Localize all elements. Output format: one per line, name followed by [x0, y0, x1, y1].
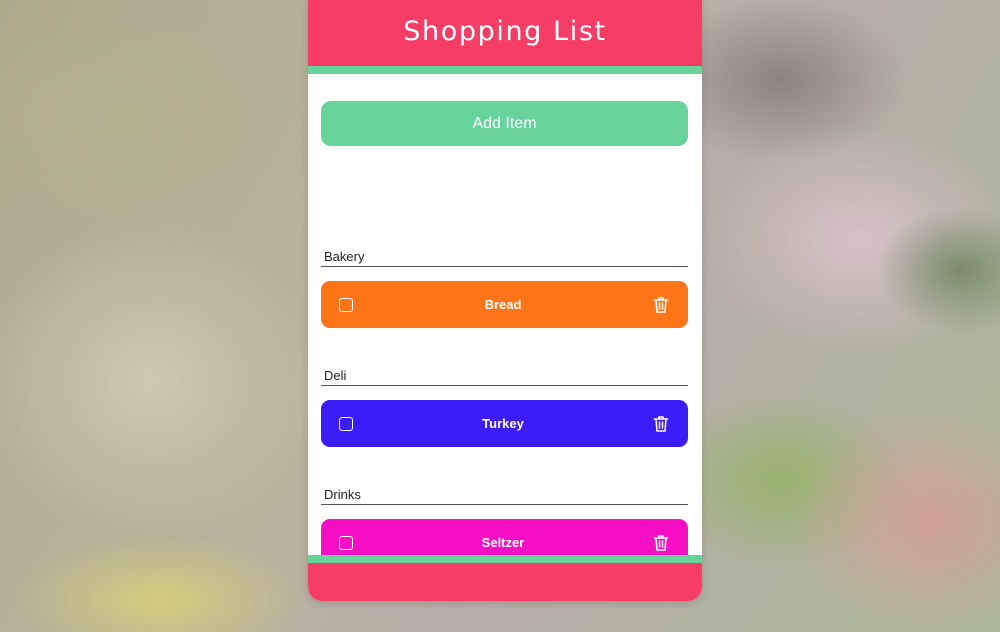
category-bakery: Bakery Bread — [321, 249, 688, 328]
add-item-button[interactable]: Add Item — [321, 101, 688, 146]
page-title: Shopping List — [403, 15, 607, 47]
card-footer — [308, 555, 702, 601]
card-header: Shopping List — [308, 0, 702, 74]
checkbox-icon[interactable] — [339, 535, 353, 550]
list-item: Turkey — [321, 400, 688, 447]
trash-icon[interactable] — [653, 415, 669, 433]
card-body: Add Item Bakery Bread Deli Turkey Drinks… — [308, 74, 702, 566]
checkbox-icon[interactable] — [339, 297, 353, 312]
category-deli: Deli Turkey — [321, 368, 688, 447]
shopping-list-card: Shopping List Add Item Bakery Bread Deli — [308, 0, 702, 601]
item-label: Turkey — [482, 416, 524, 431]
trash-icon[interactable] — [653, 534, 669, 552]
checkbox-icon[interactable] — [339, 416, 353, 431]
category-label: Bakery — [321, 249, 688, 267]
trash-icon[interactable] — [653, 296, 669, 314]
item-label: Seltzer — [481, 535, 525, 550]
list-item: Bread — [321, 281, 688, 328]
category-label: Drinks — [321, 487, 688, 505]
category-label: Deli — [321, 368, 688, 386]
item-label: Bread — [484, 297, 522, 312]
